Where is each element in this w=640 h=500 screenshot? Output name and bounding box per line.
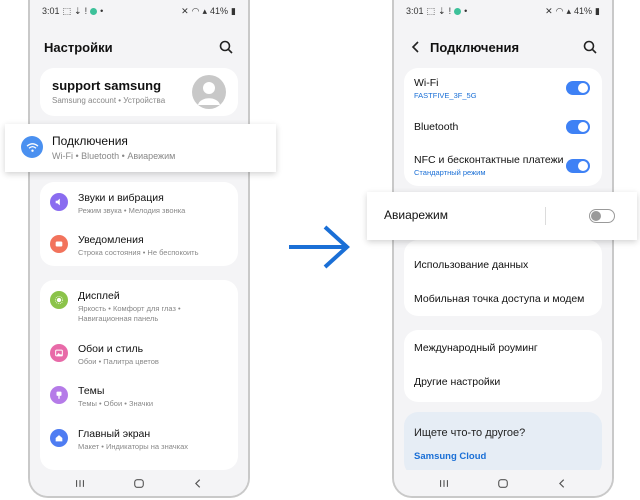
hotspot-item[interactable]: Мобильная точка доступа и модем (414, 293, 584, 305)
menu-title: Главный экран (78, 428, 151, 440)
connections-sub: Wi-Fi • Bluetooth • Авиарежим (52, 151, 176, 161)
notification-bell-icon (50, 235, 68, 253)
menu-sub: Строка состояния • Не беспокоить (78, 248, 199, 257)
app-notification-icon (90, 7, 98, 15)
menu-sub: Макет • Индикаторы на значках (78, 442, 188, 451)
battery-icon: ▮ (595, 5, 600, 16)
wifi-icon (21, 136, 43, 158)
other-settings-item[interactable]: Другие настройки (414, 376, 500, 388)
more-dots-icon: • (100, 6, 104, 16)
download-icon: ⇣ (74, 5, 82, 16)
more-dots-icon: • (464, 6, 468, 16)
sound-icon (50, 193, 68, 211)
menu-sub: Обои • Палитра цветов (78, 357, 159, 366)
connections-header: Подключения (394, 34, 612, 60)
divider (545, 207, 546, 225)
status-bar: 3:01 ⬚ ⇣ ! • ✕ ◠ ▴ 41% ▮ (394, 0, 612, 22)
data-card: Использование данных Мобильная точка дос… (404, 240, 602, 316)
airplane-mode-highlight[interactable]: Авиарежим (367, 192, 637, 240)
home-button-icon[interactable] (133, 478, 145, 489)
brush-icon (50, 386, 68, 404)
connections-highlight[interactable]: Подключения Wi-Fi • Bluetooth • Авиарежи… (5, 124, 276, 172)
roaming-item[interactable]: Международный роуминг (414, 342, 538, 354)
navigation-bar (394, 470, 612, 496)
home-button-icon[interactable] (497, 478, 509, 489)
bluetooth-toggle[interactable] (566, 120, 590, 134)
menu-item-sounds[interactable]: Звуки и вибрация Режим звука • Мелодия з… (40, 192, 238, 216)
status-time: 3:01 (406, 6, 424, 16)
wifi-toggle[interactable] (566, 81, 590, 95)
home-icon (50, 429, 68, 447)
sound-notify-card: Звуки и вибрация Режим звука • Мелодия з… (40, 182, 238, 266)
battery-icon: ▮ (231, 5, 236, 16)
signal-icon: ▴ (202, 5, 208, 16)
person-icon (198, 82, 220, 105)
search-icon[interactable] (582, 39, 598, 55)
alert-icon: ! (84, 6, 88, 16)
alert-icon: ! (448, 6, 452, 16)
menu-item-notifications[interactable]: Уведомления Строка состояния • Не беспок… (40, 234, 238, 258)
sun-icon (50, 291, 68, 309)
wifi-status-icon: ◠ (191, 5, 200, 16)
menu-title: Обои и стиль (78, 343, 144, 355)
back-arrow-icon[interactable] (408, 39, 424, 55)
toggles-card: Wi-Fi FASTFIVE_3F_5G Bluetooth NFC и бес… (404, 68, 602, 186)
signal-icon: ▴ (566, 5, 572, 16)
roaming-card: Международный роуминг Другие настройки (404, 330, 602, 402)
menu-item-wallpaper[interactable]: Обои и стиль Обои • Палитра цветов (40, 343, 238, 367)
settings-header: Настройки (30, 34, 248, 60)
recents-icon[interactable] (74, 478, 86, 489)
back-button-icon[interactable] (192, 478, 204, 489)
battery-percent: 41% (210, 6, 229, 16)
app-notification-icon (454, 7, 462, 15)
mute-icon: ✕ (545, 5, 553, 16)
looking-title: Ищете что-то другое? (414, 427, 526, 439)
status-time: 3:01 (42, 6, 60, 16)
download-icon: ⇣ (438, 5, 446, 16)
menu-item-home-screen[interactable]: Главный экран Макет • Индикаторы на знач… (40, 428, 238, 452)
page-title: Настройки (44, 39, 113, 55)
display-card: Дисплей Яркость • Комфорт для глаз • Нав… (40, 280, 238, 470)
menu-title: Дисплей (78, 290, 120, 302)
airplane-title: Авиарежим (384, 208, 448, 222)
wifi-network: FASTFIVE_3F_5G (414, 91, 477, 100)
menu-title: Звуки и вибрация (78, 192, 164, 204)
phone-connections: 3:01 ⬚ ⇣ ! • ✕ ◠ ▴ 41% ▮ Подключения Wi-… (392, 0, 614, 498)
avatar[interactable] (192, 75, 226, 109)
battery-percent: 41% (574, 6, 593, 16)
data-usage-item[interactable]: Использование данных (414, 259, 528, 271)
notification-icon: ⬚ (426, 5, 436, 16)
airplane-toggle[interactable] (589, 209, 615, 223)
menu-title: Уведомления (78, 234, 144, 246)
menu-title: Темы (78, 385, 105, 397)
profile-card[interactable]: support samsung Samsung account • Устрой… (40, 68, 238, 116)
status-bar: 3:01 ⬚ ⇣ ! • ✕ ◠ ▴ 41% ▮ (30, 0, 248, 22)
samsung-cloud-link[interactable]: Samsung Cloud (414, 451, 486, 462)
menu-sub: Режим звука • Мелодия звонка (78, 206, 186, 215)
navigation-bar (30, 470, 248, 496)
menu-sub: Темы • Обои • Значки (78, 399, 154, 408)
mute-icon: ✕ (181, 5, 189, 16)
notification-icon: ⬚ (62, 5, 72, 16)
wifi-title: Wi-Fi (414, 77, 439, 89)
page-title: Подключения (430, 39, 520, 55)
bluetooth-title: Bluetooth (414, 121, 459, 133)
menu-item-display[interactable]: Дисплей Яркость • Комфорт для глаз • Нав… (40, 290, 238, 324)
back-button-icon[interactable] (556, 478, 568, 489)
menu-sub: Яркость • Комфорт для глаз • Навигационн… (78, 304, 181, 323)
phone-settings: 3:01 ⬚ ⇣ ! • ✕ ◠ ▴ 41% ▮ Настройки suppo… (28, 0, 250, 498)
search-icon[interactable] (218, 39, 234, 55)
wifi-status-icon: ◠ (555, 5, 564, 16)
image-icon (50, 344, 68, 362)
arrow-right-icon (289, 225, 350, 269)
menu-item-themes[interactable]: Темы Темы • Обои • Значки (40, 385, 238, 409)
recents-icon[interactable] (438, 478, 450, 489)
nfc-toggle[interactable] (566, 159, 590, 173)
nfc-sub: Стандартный режим (414, 168, 486, 177)
connections-title: Подключения (52, 134, 128, 148)
suggestions-card: Ищете что-то другое? Samsung Cloud (404, 412, 602, 476)
nfc-title: NFC и бесконтактные платежи (414, 154, 564, 166)
